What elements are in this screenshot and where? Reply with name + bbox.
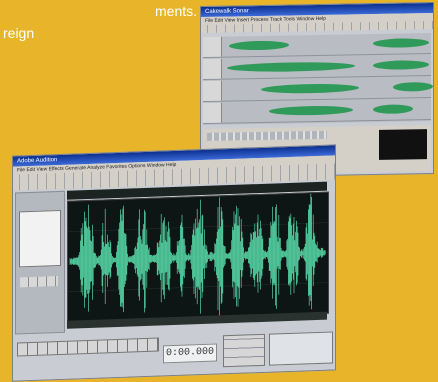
audio-clip[interactable] [229,40,289,51]
mixer-controls[interactable] [207,130,327,141]
selection-view-panel [269,331,333,366]
zoom-controls[interactable] [223,333,265,368]
audio-clip[interactable] [373,60,429,71]
audio-clip[interactable] [393,81,433,92]
track-lane[interactable] [223,55,431,79]
track-header[interactable] [203,80,222,101]
caption-line-1: ments. [155,3,198,19]
track-row [203,99,431,124]
track-area [203,33,433,125]
transport-controls[interactable] [17,337,159,357]
waveform-graphic [68,193,328,318]
audio-clip[interactable] [373,38,429,49]
track-lane[interactable] [223,99,431,123]
track-lane[interactable] [223,33,431,57]
audio-clip[interactable] [373,104,413,115]
track-row [203,55,431,80]
waveform-path [69,193,326,318]
track-header[interactable] [203,58,222,79]
files-panel [15,190,65,335]
audio-clip[interactable] [227,61,355,73]
waveform-editor-screenshot: Adobe Audition File Edit View Effects Ge… [12,144,336,382]
waveform-display[interactable] [67,191,329,323]
bottom-panels: 0:00.000 [13,325,335,381]
caption-line-2: reign [3,25,35,41]
track-lane[interactable] [223,77,433,101]
audio-clip[interactable] [269,105,353,116]
audio-clip[interactable] [261,83,359,94]
track-header[interactable] [203,102,222,123]
time-display: 0:00.000 [163,343,217,364]
file-list[interactable] [19,209,61,268]
track-row [203,33,431,58]
time-counter [379,129,427,160]
track-header[interactable] [203,36,222,57]
files-panel-buttons[interactable] [20,276,58,288]
track-row [203,77,433,102]
